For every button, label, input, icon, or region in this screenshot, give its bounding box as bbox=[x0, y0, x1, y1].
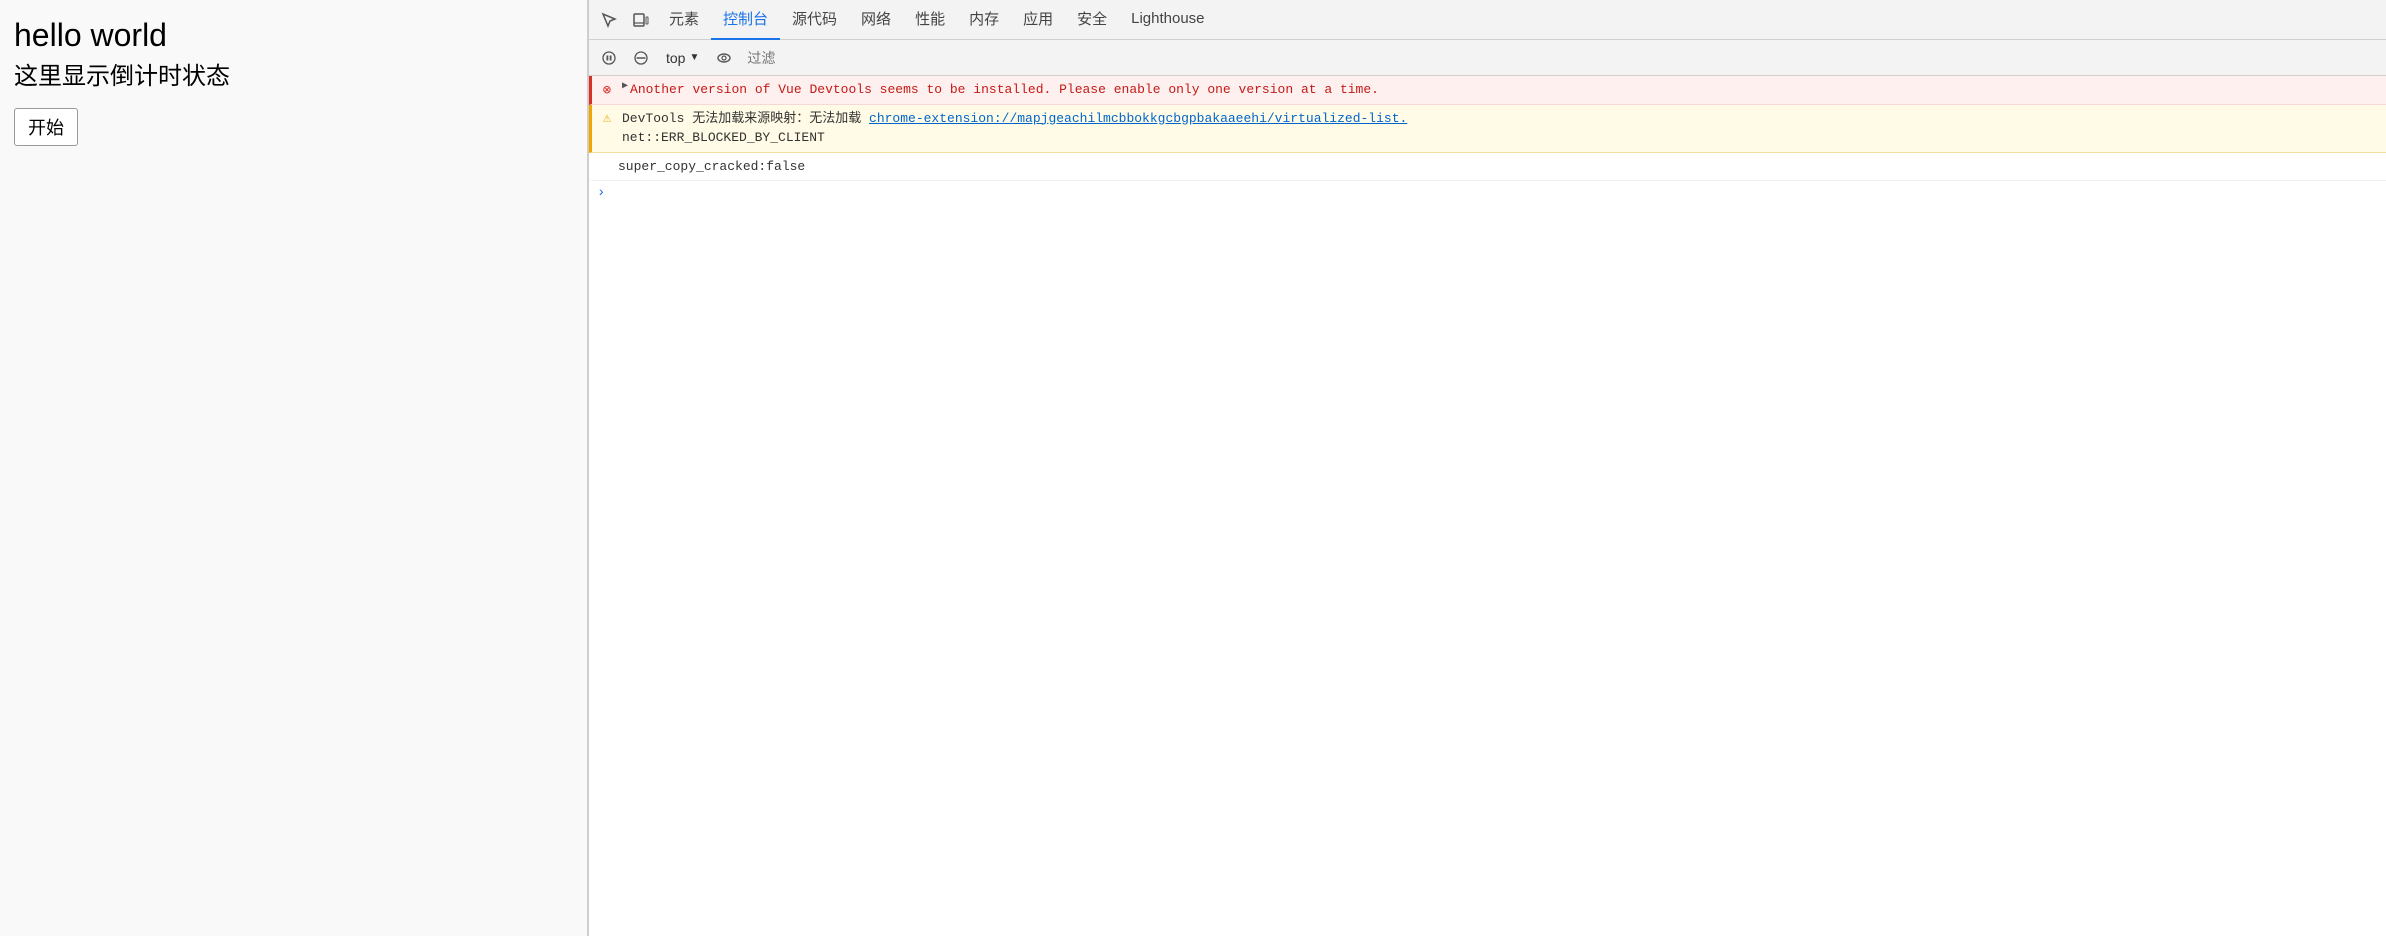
pause-icon[interactable] bbox=[595, 44, 623, 72]
console-filter-input[interactable] bbox=[742, 46, 2380, 70]
warning-icon: ⚠ bbox=[598, 110, 616, 128]
tab-elements[interactable]: 元素 bbox=[657, 0, 711, 40]
tab-sources[interactable]: 源代码 bbox=[780, 0, 849, 40]
console-toolbar: top ▼ bbox=[589, 40, 2386, 76]
device-icon[interactable] bbox=[625, 4, 657, 36]
clear-console-icon[interactable] bbox=[627, 44, 655, 72]
warning-message: DevTools 无法加载来源映射：无法加载 chrome-extension:… bbox=[622, 109, 2380, 148]
start-button[interactable]: 开始 bbox=[14, 108, 78, 146]
tab-console[interactable]: 控制台 bbox=[711, 0, 780, 40]
devtools-tab-bar: 元素 控制台 源代码 网络 性能 内存 应用 安全 Lighthouse bbox=[589, 0, 2386, 40]
devtools-panel: 元素 控制台 源代码 网络 性能 内存 应用 安全 Lighthouse bbox=[588, 0, 2386, 936]
warning-link[interactable]: chrome-extension://mapjgeachilmcbbokkgcb… bbox=[869, 111, 1407, 126]
prompt-chevron: › bbox=[597, 185, 605, 201]
error-message: Another version of Vue Devtools seems to… bbox=[630, 80, 2380, 100]
tab-performance[interactable]: 性能 bbox=[903, 0, 957, 40]
warning-text-after: net::ERR_BLOCKED_BY_CLIENT bbox=[622, 130, 825, 145]
tab-application[interactable]: 应用 bbox=[1011, 0, 1065, 40]
console-warning-row: ⚠ DevTools 无法加载来源映射：无法加载 chrome-extensio… bbox=[589, 105, 2386, 153]
console-content: ⊗ ▶ Another version of Vue Devtools seem… bbox=[589, 76, 2386, 936]
page-title: hello world bbox=[14, 16, 573, 54]
tab-security[interactable]: 安全 bbox=[1065, 0, 1119, 40]
console-output-text: super_copy_cracked:false bbox=[618, 157, 2380, 177]
console-error-row: ⊗ ▶ Another version of Vue Devtools seem… bbox=[589, 76, 2386, 105]
warning-text-before: DevTools 无法加载来源映射：无法加载 bbox=[622, 111, 869, 126]
left-panel: hello world 这里显示倒计时状态 开始 bbox=[0, 0, 588, 936]
top-context-dropdown[interactable]: top ▼ bbox=[659, 47, 706, 69]
inspector-icon[interactable] bbox=[593, 4, 625, 36]
tab-lighthouse[interactable]: Lighthouse bbox=[1119, 0, 1216, 40]
tab-network[interactable]: 网络 bbox=[849, 0, 903, 40]
console-output-row: super_copy_cracked:false bbox=[589, 153, 2386, 182]
expand-arrow[interactable]: ▶ bbox=[622, 80, 628, 92]
console-prompt-row: › bbox=[589, 181, 2386, 205]
eye-icon[interactable] bbox=[710, 44, 738, 72]
tab-memory[interactable]: 内存 bbox=[957, 0, 1011, 40]
chevron-down-icon: ▼ bbox=[689, 52, 699, 63]
error-icon: ⊗ bbox=[598, 81, 616, 99]
countdown-status: 这里显示倒计时状态 bbox=[14, 60, 573, 94]
